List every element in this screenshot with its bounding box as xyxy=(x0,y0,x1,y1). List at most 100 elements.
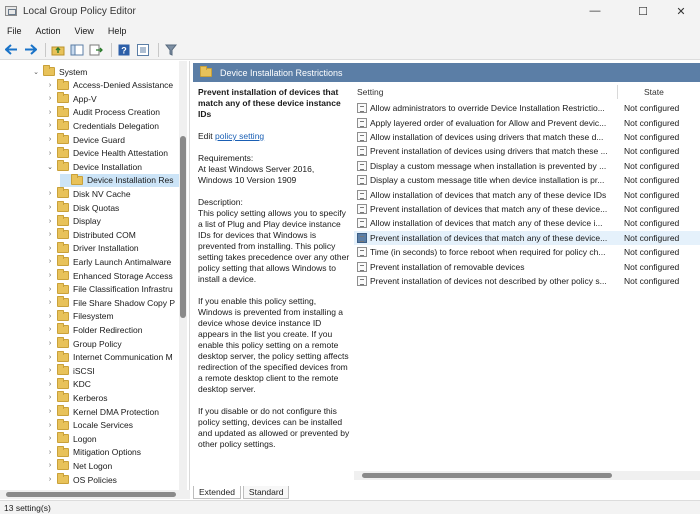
tree-item[interactable]: Device Installation Res xyxy=(60,173,180,187)
forward-icon[interactable] xyxy=(22,42,38,58)
maximize-button[interactable]: ☐ xyxy=(622,0,664,22)
tab-standard[interactable]: Standard xyxy=(242,486,290,499)
chevron-right-icon[interactable]: › xyxy=(46,245,54,252)
filter-icon[interactable] xyxy=(163,42,179,58)
tree-item[interactable]: › Locale Services xyxy=(46,418,133,432)
tree-item[interactable]: › Device Guard xyxy=(46,133,125,146)
column-divider[interactable] xyxy=(617,85,618,99)
chevron-right-icon[interactable]: › xyxy=(46,394,54,401)
show-hide-tree-icon[interactable] xyxy=(69,42,85,58)
setting-row[interactable]: Time (in seconds) to force reboot when r… xyxy=(354,245,700,259)
tree-item[interactable]: › Disk Quotas xyxy=(46,201,119,214)
chevron-down-icon[interactable]: ⌄ xyxy=(32,68,40,76)
minimize-button[interactable]: — xyxy=(574,0,616,22)
tree-item[interactable]: › Internet Communication M xyxy=(46,350,173,364)
up-folder-icon[interactable] xyxy=(50,42,66,58)
chevron-right-icon[interactable]: › xyxy=(46,150,54,157)
tree-item[interactable]: › File Classification Infrastru xyxy=(46,282,173,296)
tree-item[interactable]: › Kernel DMA Protection xyxy=(46,405,159,418)
chevron-right-icon[interactable]: › xyxy=(46,109,54,116)
chevron-right-icon[interactable]: › xyxy=(46,435,54,442)
tree-item[interactable]: › Folder Redirection xyxy=(46,323,142,336)
settings-hscroll-thumb[interactable] xyxy=(362,473,612,478)
chevron-right-icon[interactable]: › xyxy=(46,190,54,197)
setting-row[interactable]: Prevent installation of removable device… xyxy=(354,259,700,273)
tree-item[interactable]: ⌄ Device Installation xyxy=(46,160,142,173)
setting-row[interactable]: Display a custom message title when devi… xyxy=(354,173,700,187)
tree-item[interactable]: › Group Policy xyxy=(46,337,122,350)
tree-item[interactable]: › Access-Denied Assistance xyxy=(46,78,173,92)
tree-item[interactable]: › Kerberos xyxy=(46,391,108,404)
chevron-right-icon[interactable]: › xyxy=(46,122,54,129)
chevron-right-icon[interactable]: › xyxy=(46,95,54,102)
chevron-right-icon[interactable]: › xyxy=(46,204,54,211)
tree-vertical-scrollbar[interactable] xyxy=(179,61,187,499)
chevron-right-icon[interactable]: › xyxy=(46,422,54,429)
tree-scroll-thumb[interactable] xyxy=(180,136,186,318)
chevron-right-icon[interactable]: › xyxy=(46,381,54,388)
chevron-right-icon[interactable]: › xyxy=(46,82,54,89)
tree-horizontal-scrollbar[interactable] xyxy=(0,490,190,499)
tree-item[interactable]: › Driver Installation xyxy=(46,241,139,255)
properties-icon[interactable] xyxy=(135,42,151,58)
tree-item[interactable]: ⌄ System xyxy=(32,65,87,78)
chevron-right-icon[interactable]: › xyxy=(46,326,54,333)
setting-row[interactable]: Allow installation of devices using driv… xyxy=(354,130,700,144)
setting-row[interactable]: Prevent installation of devices that mat… xyxy=(354,202,700,216)
chevron-right-icon[interactable]: › xyxy=(46,272,54,279)
tree-item[interactable]: › Early Launch Antimalware xyxy=(46,255,171,268)
tree-item[interactable]: › File Share Shadow Copy P xyxy=(46,296,175,309)
setting-row[interactable]: Display a custom message when installati… xyxy=(354,159,700,173)
back-icon[interactable] xyxy=(3,42,19,58)
tab-extended[interactable]: Extended xyxy=(193,486,241,499)
chevron-right-icon[interactable]: › xyxy=(46,462,54,469)
chevron-right-icon[interactable]: › xyxy=(46,408,54,415)
setting-row[interactable]: Allow administrators to override Device … xyxy=(354,101,700,115)
chevron-right-icon[interactable]: › xyxy=(46,299,54,306)
tree-item[interactable]: › Distributed COM xyxy=(46,228,136,241)
column-header-setting[interactable]: Setting xyxy=(357,85,383,99)
setting-row[interactable]: Apply layered order of evaluation for Al… xyxy=(354,115,700,129)
edit-policy-link[interactable]: policy setting xyxy=(215,131,264,141)
tree-item[interactable]: › Mitigation Options xyxy=(46,445,141,459)
chevron-right-icon[interactable]: › xyxy=(46,449,54,456)
tree-hscroll-thumb[interactable] xyxy=(6,492,176,497)
chevron-right-icon[interactable]: › xyxy=(46,218,54,225)
chevron-right-icon[interactable]: › xyxy=(46,476,54,483)
setting-row[interactable]: Prevent installation of devices not desc… xyxy=(354,274,700,288)
tree-item[interactable]: › Credentials Delegation xyxy=(46,119,159,132)
setting-row[interactable]: Allow installation of devices that match… xyxy=(354,216,700,230)
setting-row[interactable]: Prevent installation of devices using dr… xyxy=(354,144,700,158)
help-icon[interactable]: ? xyxy=(116,42,132,58)
tree-item[interactable]: › KDC xyxy=(46,377,91,391)
tree-item[interactable]: › Disk NV Cache xyxy=(46,187,131,200)
chevron-right-icon[interactable]: › xyxy=(46,136,54,143)
menu-help[interactable]: Help xyxy=(101,22,134,40)
menu-file[interactable]: File xyxy=(0,22,29,40)
tree-item[interactable]: › iSCSI xyxy=(46,364,95,377)
tree-item[interactable]: › Logon xyxy=(46,432,97,445)
tree-item[interactable]: › App-V xyxy=(46,92,97,105)
column-header-state[interactable]: State xyxy=(644,85,664,99)
chevron-right-icon[interactable]: › xyxy=(46,340,54,347)
chevron-right-icon[interactable]: › xyxy=(46,286,54,293)
tree-item[interactable]: › OS Policies xyxy=(46,473,117,486)
close-button[interactable]: ✕ xyxy=(660,0,700,22)
export-list-icon[interactable] xyxy=(88,42,104,58)
tree-item[interactable]: › Filesystem xyxy=(46,309,114,323)
chevron-right-icon[interactable]: › xyxy=(46,258,54,265)
tree-item[interactable]: › Net Logon xyxy=(46,459,112,472)
chevron-right-icon[interactable]: › xyxy=(46,313,54,320)
tree-item[interactable]: › Device Health Attestation xyxy=(46,146,168,160)
menu-view[interactable]: View xyxy=(68,22,101,40)
chevron-right-icon[interactable]: › xyxy=(46,354,54,361)
tree-item[interactable]: › Enhanced Storage Access xyxy=(46,269,173,282)
tree-item[interactable]: › Display xyxy=(46,214,101,228)
menu-action[interactable]: Action xyxy=(29,22,68,40)
chevron-right-icon[interactable]: › xyxy=(46,231,54,238)
chevron-right-icon[interactable]: › xyxy=(46,367,54,374)
chevron-down-icon[interactable]: ⌄ xyxy=(46,163,54,171)
tree-item[interactable]: › Audit Process Creation xyxy=(46,105,160,119)
setting-row[interactable]: Prevent installation of devices that mat… xyxy=(354,230,700,245)
settings-horizontal-scrollbar[interactable] xyxy=(354,471,700,480)
